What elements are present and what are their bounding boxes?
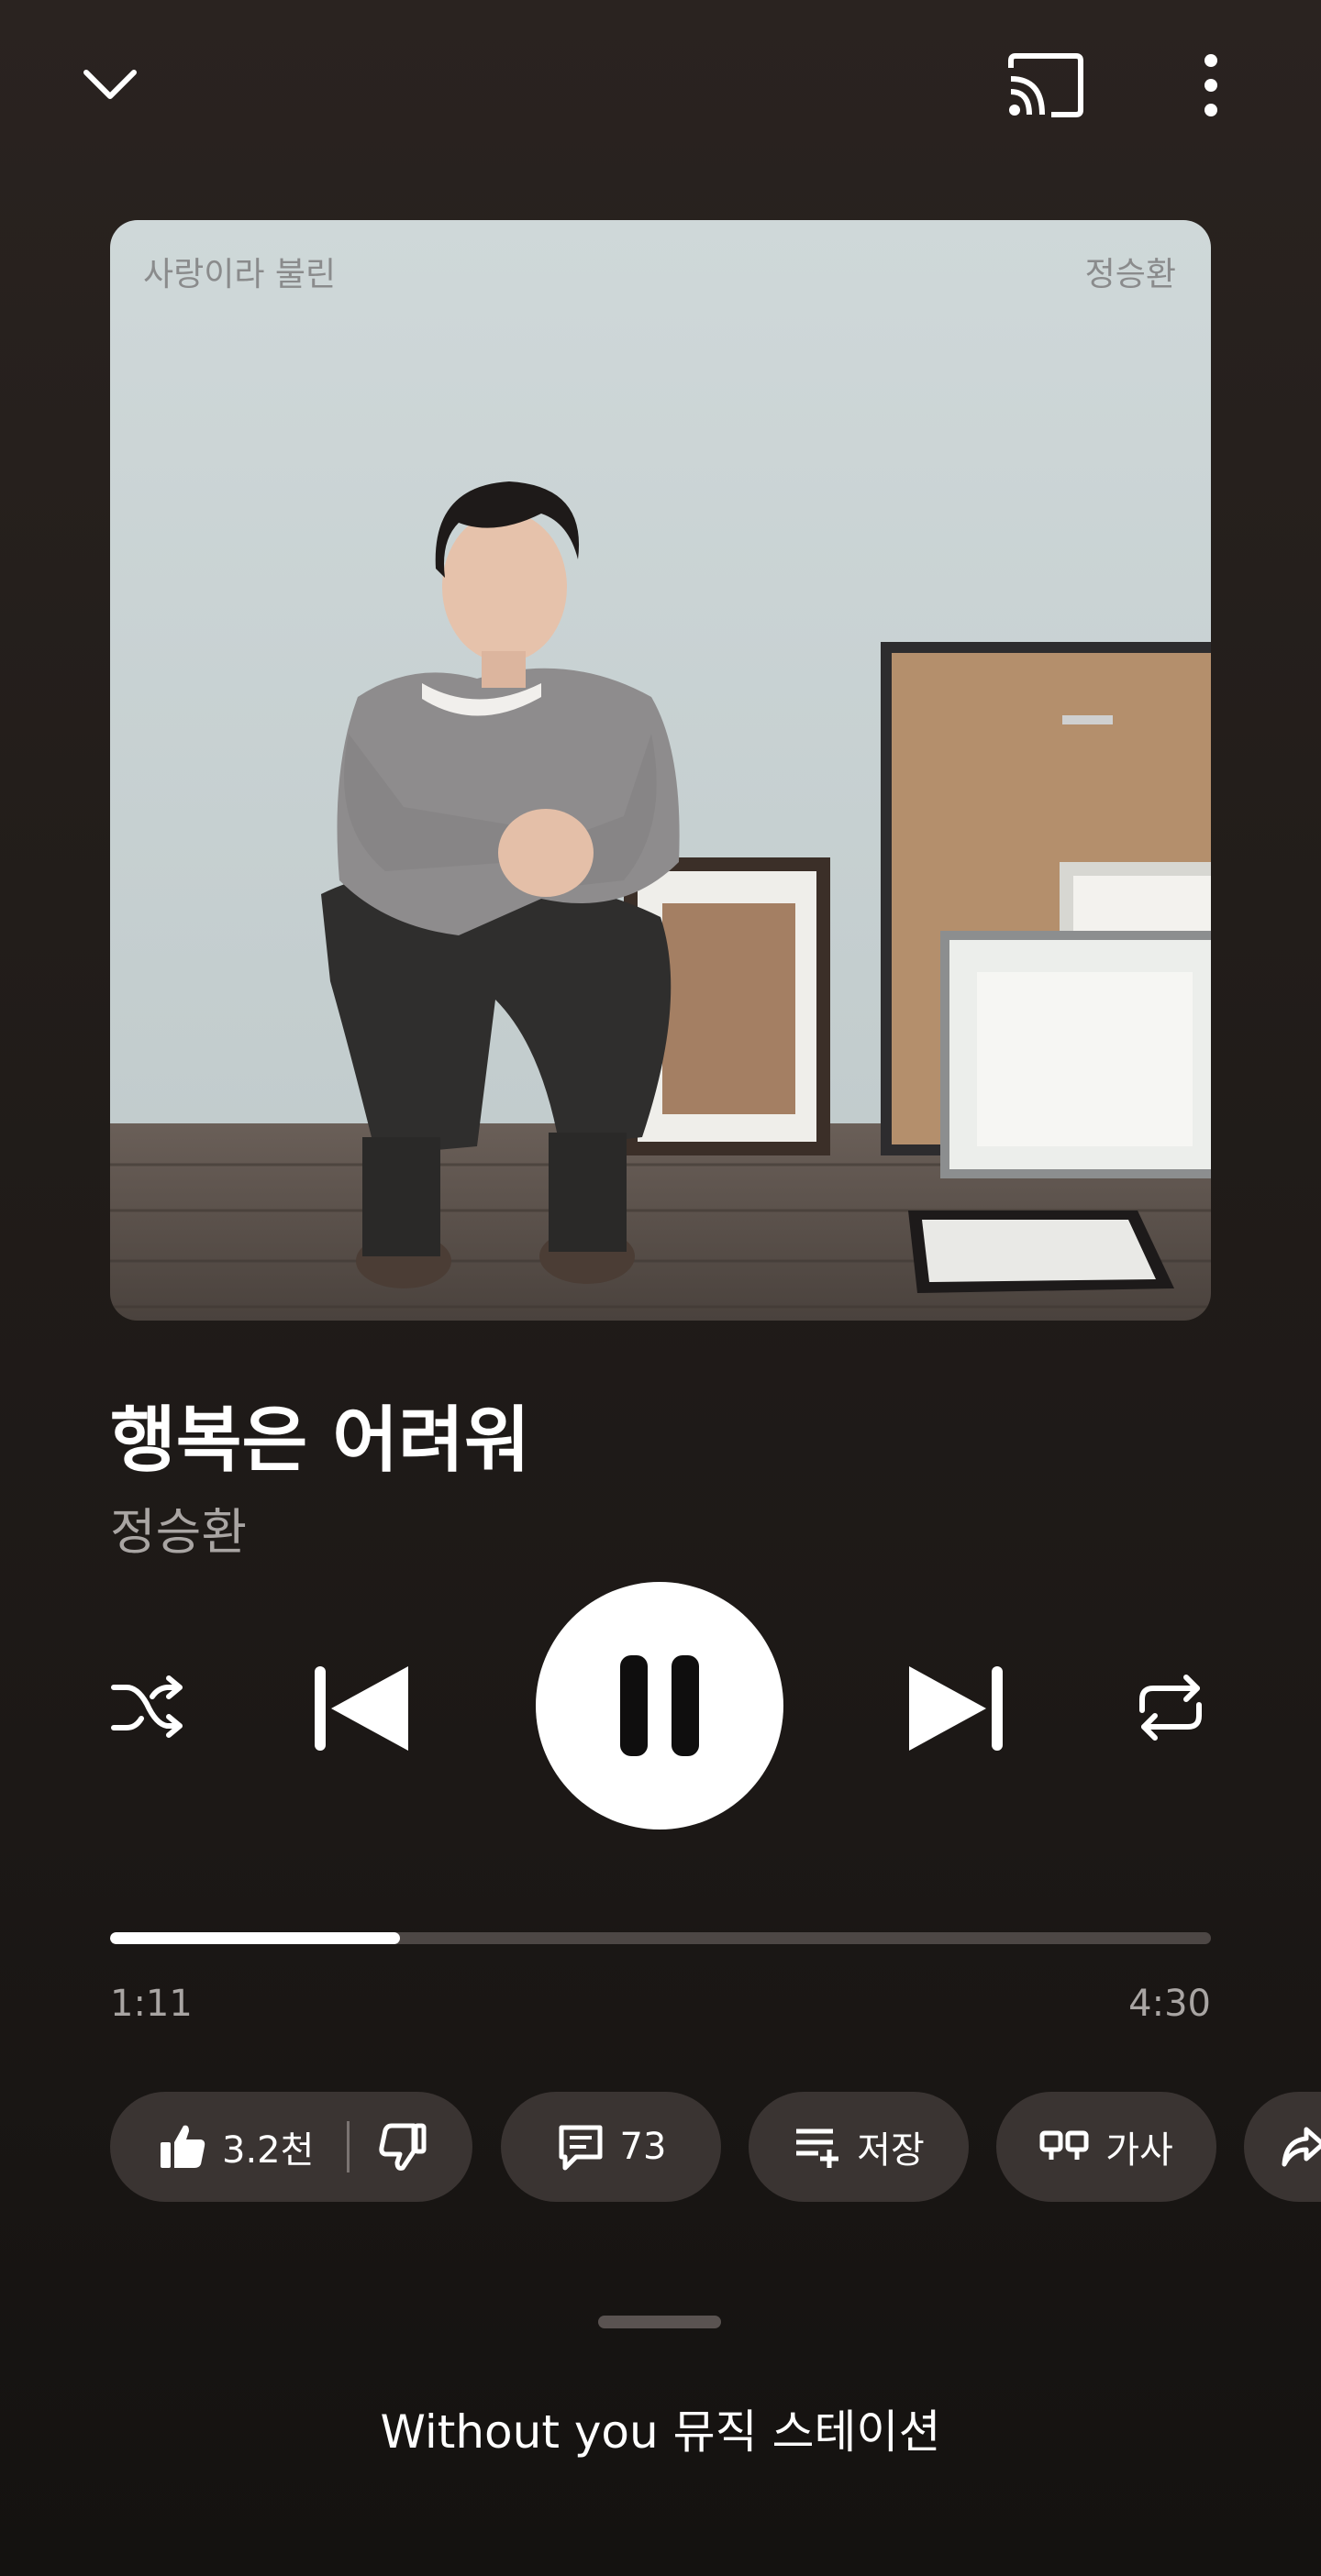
save-button[interactable]: 저장 <box>749 2092 969 2202</box>
album-caption-right: 정승환 <box>1084 256 1176 293</box>
dislike-button[interactable] <box>377 2122 427 2172</box>
thumbs-up-icon <box>161 2125 205 2168</box>
total-time: 4:30 <box>1128 1983 1211 2025</box>
album-caption-left: 사랑이라 불린 <box>143 256 337 293</box>
bottom-sheet-handle[interactable] <box>598 2316 721 2328</box>
chevron-down-icon <box>83 69 137 99</box>
collapse-button[interactable] <box>64 41 156 128</box>
quote-icon <box>1039 2130 1089 2160</box>
comment-count: 73 <box>619 2126 667 2168</box>
pause-icon <box>620 1655 699 1756</box>
more-options-button[interactable] <box>1170 41 1252 128</box>
song-title: 행복은 어려워 <box>110 1399 530 1482</box>
like-count: 3.2천 <box>222 2129 315 2172</box>
progress-bar[interactable] <box>110 1932 1211 1944</box>
album-photo <box>110 220 1211 1321</box>
playlist-add-icon <box>796 2128 839 2168</box>
like-button[interactable]: 3.2천 <box>158 2120 314 2173</box>
previous-track-button[interactable] <box>306 1655 416 1761</box>
repeat-icon <box>1139 1675 1202 1741</box>
cast-icon <box>1008 52 1083 117</box>
comments-button[interactable]: 73 <box>501 2092 721 2202</box>
repeat-button[interactable] <box>1125 1662 1216 1753</box>
next-track-button[interactable] <box>901 1655 1011 1761</box>
shuffle-icon <box>111 1675 183 1738</box>
lyrics-button[interactable]: 가사 <box>996 2092 1216 2202</box>
lyrics-label: 가사 <box>1105 2129 1173 2172</box>
thumbs-down-icon <box>379 2123 427 2171</box>
up-next-tab[interactable]: Without you 뮤직 스테이션 <box>0 2395 1321 2461</box>
cast-button[interactable] <box>995 41 1096 128</box>
like-dislike-chip: 3.2천 <box>110 2092 472 2202</box>
progress-fill <box>110 1932 400 1944</box>
now-playing-screen: 사랑이라 불린 정승환 행복은 어려워 정승환 1:11 4:30 3.2천 7… <box>0 0 1321 2576</box>
shuffle-button[interactable] <box>103 1662 194 1753</box>
save-label: 저장 <box>857 2129 925 2172</box>
like-divider <box>347 2121 350 2172</box>
share-icon <box>1282 2127 1321 2167</box>
song-artist[interactable]: 정승환 <box>110 1491 247 1564</box>
comment-icon <box>559 2125 603 2171</box>
album-art: 사랑이라 불린 정승환 <box>110 220 1211 1321</box>
play-pause-button[interactable] <box>536 1582 783 1830</box>
share-button[interactable] <box>1244 2092 1321 2202</box>
skip-next-icon <box>909 1665 1003 1751</box>
elapsed-time: 1:11 <box>110 1983 193 2025</box>
more-vertical-icon <box>1204 53 1217 116</box>
skip-previous-icon <box>315 1665 408 1751</box>
